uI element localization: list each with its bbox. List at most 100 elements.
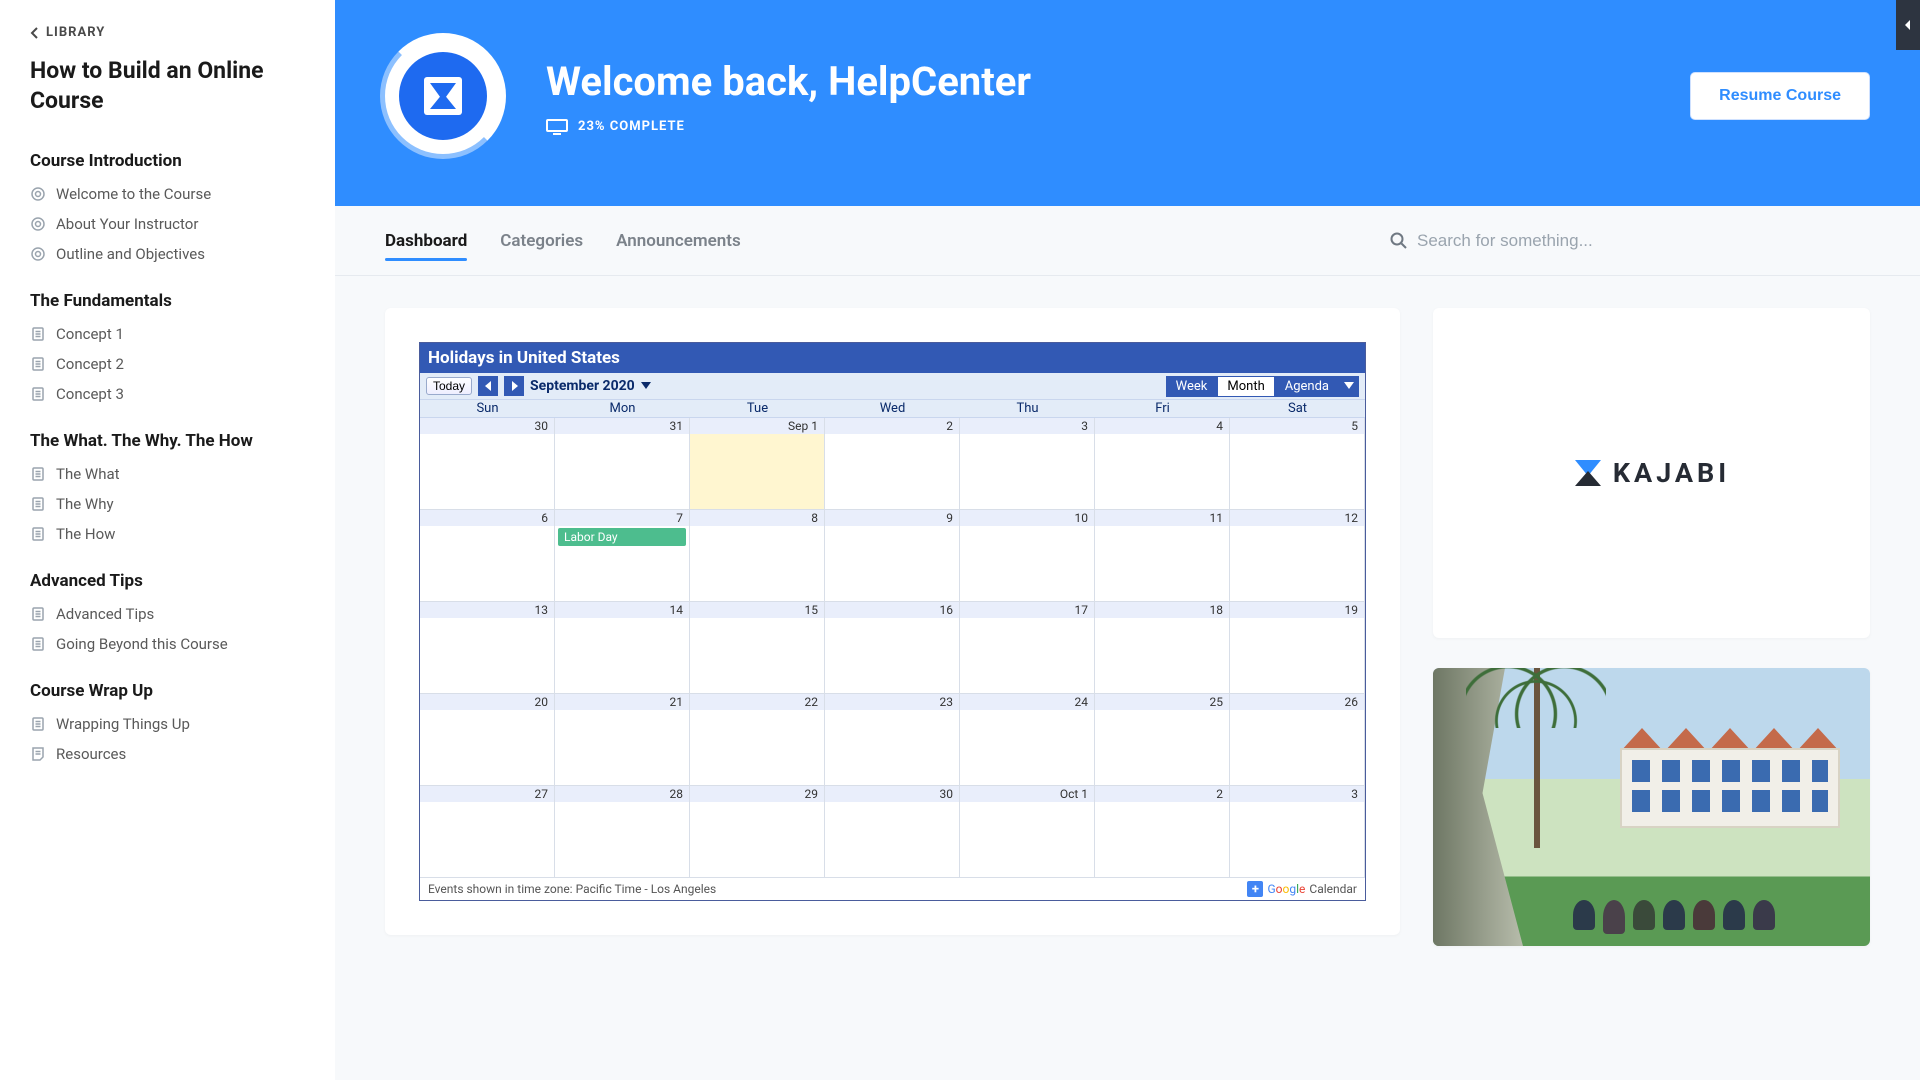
- calendar-cell[interactable]: 3: [960, 418, 1095, 510]
- calendar-cell-date: 20: [420, 694, 554, 710]
- calendar-view-dropdown[interactable]: [1339, 376, 1359, 397]
- calendar-cell-date: 3: [960, 418, 1094, 434]
- calendar-cell[interactable]: 3: [1230, 786, 1365, 878]
- doc-icon: [30, 356, 46, 372]
- calendar-cell[interactable]: 5: [1230, 418, 1365, 510]
- calendar-dow: Thu: [960, 400, 1095, 417]
- search-input[interactable]: [1417, 231, 1870, 251]
- sidebar-lesson[interactable]: Wrapping Things Up: [30, 709, 305, 739]
- calendar-cell[interactable]: 17: [960, 602, 1095, 694]
- sidebar-lesson-label: Wrapping Things Up: [56, 715, 190, 733]
- calendar-cell[interactable]: 12: [1230, 510, 1365, 602]
- calendar-cell[interactable]: 30: [825, 786, 960, 878]
- promo-image-card[interactable]: [1433, 668, 1870, 946]
- calendar-cell-date: 19: [1230, 602, 1364, 618]
- calendar-cell-date: 3: [1230, 786, 1364, 802]
- calendar-footer-tz: Events shown in time zone: Pacific Time …: [428, 882, 716, 896]
- calendar-cell[interactable]: 2: [825, 418, 960, 510]
- sidebar-lesson[interactable]: Concept 3: [30, 379, 305, 409]
- calendar-cell[interactable]: 25: [1095, 694, 1230, 786]
- calendar-cell[interactable]: 24: [960, 694, 1095, 786]
- calendar-cell-date: 5: [1230, 418, 1364, 434]
- sidebar-lesson[interactable]: Going Beyond this Course: [30, 629, 305, 659]
- sidebar-lesson[interactable]: Concept 1: [30, 319, 305, 349]
- sidebar-lesson-label: Advanced Tips: [56, 605, 154, 623]
- calendar-cell-date: 26: [1230, 694, 1364, 710]
- calendar-cell[interactable]: 18: [1095, 602, 1230, 694]
- calendar-cell[interactable]: Sep 1: [690, 418, 825, 510]
- today-button[interactable]: Today: [426, 377, 472, 395]
- hero: Welcome back, HelpCenter 23% COMPLETE Re…: [335, 0, 1920, 206]
- calendar-cell[interactable]: 9: [825, 510, 960, 602]
- calendar-cell[interactable]: 13: [420, 602, 555, 694]
- calendar-cell[interactable]: 23: [825, 694, 960, 786]
- calendar-cell[interactable]: 26: [1230, 694, 1365, 786]
- calendar-cell[interactable]: 6: [420, 510, 555, 602]
- calendar-view-agenda[interactable]: Agenda: [1275, 376, 1339, 397]
- calendar-cell[interactable]: 27: [420, 786, 555, 878]
- sidebar-lesson[interactable]: The How: [30, 519, 305, 549]
- next-month-button[interactable]: [504, 376, 524, 396]
- calendar-cell[interactable]: 2: [1095, 786, 1230, 878]
- calendar-cell-date: 31: [555, 418, 689, 434]
- calendar-cell[interactable]: 30: [420, 418, 555, 510]
- calendar-cell[interactable]: 16: [825, 602, 960, 694]
- calendar-cell[interactable]: 21: [555, 694, 690, 786]
- calendar-cell[interactable]: 20: [420, 694, 555, 786]
- sidebar-section-title[interactable]: Course Introduction: [30, 151, 305, 171]
- calendar-event[interactable]: Labor Day: [558, 528, 686, 546]
- calendar-cell[interactable]: 28: [555, 786, 690, 878]
- sidebar-lesson-label: The How: [56, 525, 115, 543]
- panel-collapse-handle[interactable]: [1896, 0, 1920, 50]
- google-calendar-brand[interactable]: + Google Calendar: [1247, 881, 1357, 897]
- calendar-cell-date: 7: [555, 510, 689, 526]
- calendar-view-month[interactable]: Month: [1217, 376, 1274, 397]
- sidebar-lesson-label: Resources: [56, 745, 126, 763]
- doc-icon: [30, 716, 46, 732]
- sidebar-section-title[interactable]: The Fundamentals: [30, 291, 305, 311]
- course-avatar: [385, 38, 501, 154]
- sidebar-section-title[interactable]: Course Wrap Up: [30, 681, 305, 701]
- brand-card[interactable]: KAJABI: [1433, 308, 1870, 638]
- sidebar-lesson[interactable]: Advanced Tips: [30, 599, 305, 629]
- kajabi-mark-icon: [418, 71, 468, 121]
- sidebar-section-title[interactable]: Advanced Tips: [30, 571, 305, 591]
- calendar-view-week[interactable]: Week: [1166, 376, 1218, 397]
- triangle-right-icon: [511, 381, 518, 391]
- desktop-icon: [546, 119, 568, 135]
- calendar-cell[interactable]: 8: [690, 510, 825, 602]
- calendar-toolbar: Today September 2020 WeekMonthAgenda: [420, 373, 1365, 400]
- calendar-cell[interactable]: 29: [690, 786, 825, 878]
- tab-categories[interactable]: Categories: [500, 209, 583, 273]
- calendar-cell[interactable]: 14: [555, 602, 690, 694]
- calendar-cell[interactable]: Oct 1: [960, 786, 1095, 878]
- sidebar-lesson[interactable]: Outline and Objectives: [30, 239, 305, 269]
- resume-course-button[interactable]: Resume Course: [1690, 72, 1870, 120]
- sidebar-section-title[interactable]: The What. The Why. The How: [30, 431, 305, 451]
- calendar-cell[interactable]: 31: [555, 418, 690, 510]
- sidebar-lesson[interactable]: The Why: [30, 489, 305, 519]
- calendar-cell-date: 21: [555, 694, 689, 710]
- calendar-cell[interactable]: 19: [1230, 602, 1365, 694]
- sidebar-lesson[interactable]: Concept 2: [30, 349, 305, 379]
- month-picker[interactable]: September 2020: [530, 378, 651, 394]
- tab-announcements[interactable]: Announcements: [616, 209, 741, 273]
- calendar-cell[interactable]: 7 Labor Day: [555, 510, 690, 602]
- calendar-title: Holidays in United States: [420, 343, 1365, 373]
- calendar-cell-date: 12: [1230, 510, 1364, 526]
- calendar-cell-date: 13: [420, 602, 554, 618]
- sidebar-lesson[interactable]: Welcome to the Course: [30, 179, 305, 209]
- sidebar-lesson-label: The Why: [56, 495, 114, 513]
- calendar-cell[interactable]: 10: [960, 510, 1095, 602]
- sidebar-lesson[interactable]: Resources: [30, 739, 305, 769]
- calendar-cell[interactable]: 11: [1095, 510, 1230, 602]
- calendar-cell[interactable]: 22: [690, 694, 825, 786]
- sidebar-lesson[interactable]: About Your Instructor: [30, 209, 305, 239]
- prev-month-button[interactable]: [478, 376, 498, 396]
- calendar-cell[interactable]: 4: [1095, 418, 1230, 510]
- calendar-cell[interactable]: 15: [690, 602, 825, 694]
- library-back-link[interactable]: LIBRARY: [30, 25, 305, 40]
- calendar-cell-date: 16: [825, 602, 959, 618]
- tab-dashboard[interactable]: Dashboard: [385, 209, 467, 273]
- sidebar-lesson[interactable]: The What: [30, 459, 305, 489]
